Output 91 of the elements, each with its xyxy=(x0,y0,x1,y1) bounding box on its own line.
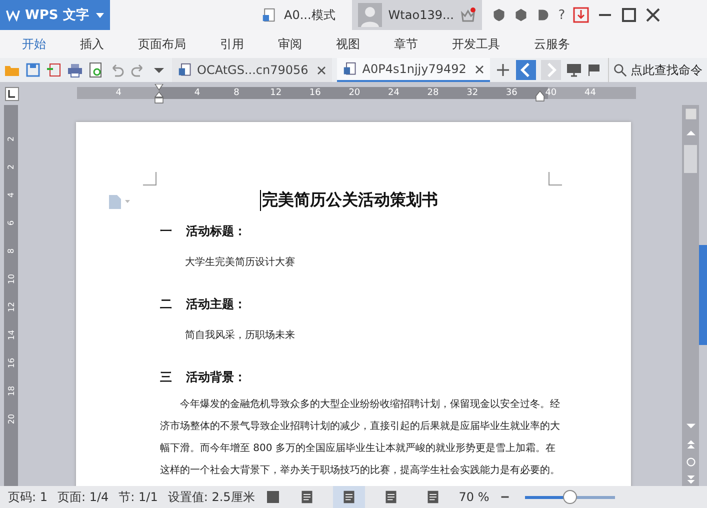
ruler-number: 20 xyxy=(6,414,16,424)
paragraph: 大学生完美简历设计大赛 xyxy=(185,256,296,270)
ruler-number: 16 xyxy=(6,358,16,368)
ruler-number: 4 xyxy=(116,88,122,98)
ruler-number: 14 xyxy=(6,330,16,340)
section-heading: 活动标题： xyxy=(186,223,246,240)
status-item: 页码: 1 xyxy=(8,488,48,506)
ruler-number: 12 xyxy=(6,302,16,312)
app-menu-button[interactable]: WPS 文字 xyxy=(0,0,110,30)
user-name: Wtao139... xyxy=(388,8,454,22)
ruler-number: 36 xyxy=(506,88,518,98)
avatar-icon xyxy=(358,3,382,27)
menu-tab[interactable]: 插入 xyxy=(72,30,118,58)
menu-tab[interactable]: 视图 xyxy=(328,30,374,58)
menu-tab[interactable]: 开发工具 xyxy=(444,30,514,58)
screen-icon[interactable] xyxy=(566,62,582,78)
shield-icon[interactable] xyxy=(492,8,506,22)
crown-icon[interactable] xyxy=(460,7,476,23)
save-icon[interactable] xyxy=(25,62,41,78)
maximize-icon[interactable] xyxy=(621,7,638,23)
margin-corner-icon xyxy=(548,172,562,186)
indent-marker[interactable] xyxy=(154,84,164,104)
ruler-number: 10 xyxy=(6,274,16,284)
status-item: 设置值: 2.5厘米 xyxy=(168,488,255,506)
ruler-number: 24 xyxy=(388,88,400,98)
section-number: 一 xyxy=(160,223,172,240)
ruler-number: 18 xyxy=(6,386,16,396)
hexagon-icon[interactable] xyxy=(514,8,528,22)
horizontal-ruler[interactable] xyxy=(77,87,636,99)
close-icon[interactable] xyxy=(317,66,326,74)
menu-tab[interactable]: 云服务 xyxy=(526,30,584,58)
ruler-number: 20 xyxy=(348,88,360,98)
ruler-number: 4 xyxy=(194,88,200,98)
ruler-number: 2 xyxy=(6,136,16,142)
page-view-icon xyxy=(342,490,356,504)
ruler-number: 2 xyxy=(6,164,16,170)
ruler-number: 40 xyxy=(545,88,557,98)
menu-tab[interactable]: 章节 xyxy=(386,30,432,58)
section-heading: 活动背景： xyxy=(186,369,246,386)
page-view-icon xyxy=(300,490,314,504)
help-button[interactable]: ? xyxy=(558,8,566,22)
section-heading: 活动主题： xyxy=(186,296,246,313)
slider-thumb[interactable] xyxy=(563,490,578,504)
indent-marker[interactable] xyxy=(535,90,545,102)
menu-tab[interactable]: 开始 xyxy=(14,30,60,58)
previous-icon[interactable] xyxy=(516,60,536,80)
ruler-number: 44 xyxy=(584,88,596,98)
document-icon xyxy=(178,63,192,77)
preview-icon[interactable] xyxy=(88,62,104,78)
command-search-field[interactable]: 点此查找命令 xyxy=(608,58,707,82)
ruler-number: 8 xyxy=(234,88,240,98)
document-icon xyxy=(262,7,276,23)
close-icon[interactable] xyxy=(475,64,484,74)
document-title: 完美简历公关活动策划书 xyxy=(260,190,438,211)
user-panel[interactable]: Wtao139... xyxy=(352,0,482,30)
tab-stop-icon[interactable] xyxy=(5,86,19,100)
ruler-number: 6 xyxy=(6,220,16,226)
side-panel-handle[interactable] xyxy=(699,245,707,345)
document-icon xyxy=(343,62,358,76)
zoom-level: 70 % xyxy=(458,490,490,504)
ruler-number: 28 xyxy=(427,88,439,98)
fullscreen-icon[interactable] xyxy=(264,489,281,505)
document-tab[interactable]: A0P4s1njjy79492 xyxy=(337,58,490,82)
document-tab[interactable]: A0...模式 xyxy=(250,0,348,30)
ruler-number: 32 xyxy=(466,88,478,98)
section-number: 三 xyxy=(160,369,172,386)
document-tab[interactable]: OCAtGS...cn79056 xyxy=(172,58,332,82)
logo xyxy=(6,8,20,22)
status-item: 节: 1/1 xyxy=(118,488,158,506)
margin-corner-icon xyxy=(143,172,157,186)
caret-icon xyxy=(96,11,104,19)
menu-tab[interactable]: 页面布局 xyxy=(130,30,200,58)
scrollbar-thumb[interactable] xyxy=(684,145,697,173)
status-item: 页面: 1/4 xyxy=(58,488,109,506)
section-number: 二 xyxy=(160,296,172,313)
page-view-icon xyxy=(426,490,440,504)
paragraph: 简自我风采，历职场未来 xyxy=(185,328,296,343)
print-icon[interactable] xyxy=(67,62,83,78)
ruler-number: 4 xyxy=(6,192,16,198)
download-icon[interactable] xyxy=(573,7,590,23)
ruler-number: 16 xyxy=(309,88,321,98)
add-tab-icon[interactable] xyxy=(495,62,512,78)
page-view-icon xyxy=(384,490,398,504)
search-icon[interactable] xyxy=(613,63,628,77)
menu-tab[interactable]: 审阅 xyxy=(270,30,316,58)
view-mode-button[interactable] xyxy=(332,486,365,508)
menu-tab[interactable]: 引用 xyxy=(212,30,258,58)
ruler-number: 8 xyxy=(6,248,16,254)
paragraph: 今年爆发的金融危机导致众多的大型企业纷纷收缩招聘计划，保留现金以安全过冬。经济市场整体的不景气导致企业招聘计划的减少，直接引起的后果就是应届毕业生就业率的大幅下滑。而今年增至 800 多万的全国应届毕业生让本就严峻的就业形势更是雪上加霜。在这样的一个社会大背景下，举办关于职场技巧的比赛，提高学生社会实践能力是有必要的。 xyxy=(160,398,561,478)
close-icon[interactable] xyxy=(645,7,662,23)
ruler-number: 12 xyxy=(270,88,282,98)
